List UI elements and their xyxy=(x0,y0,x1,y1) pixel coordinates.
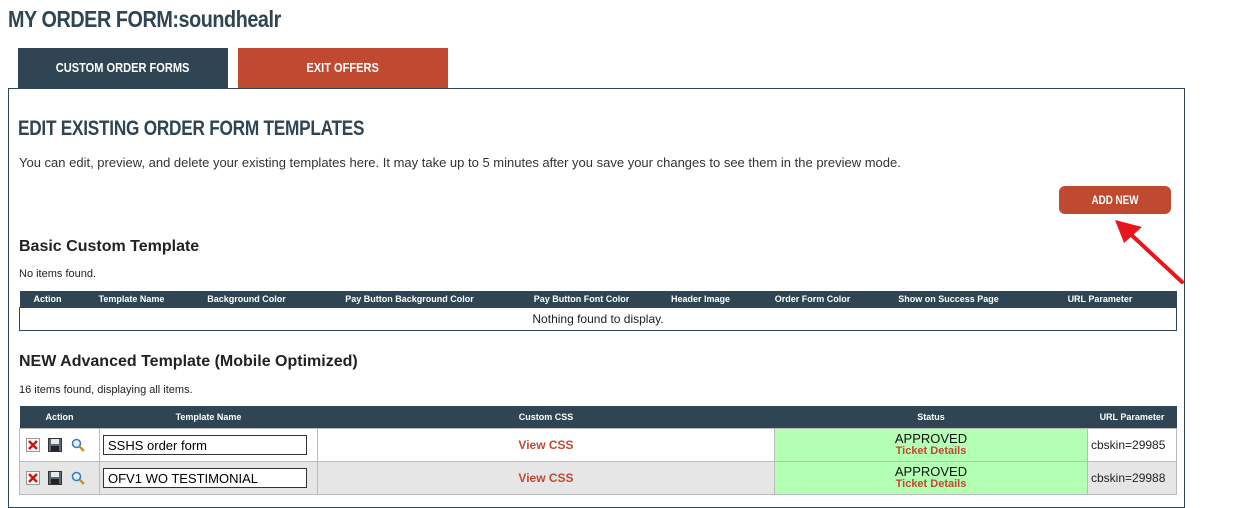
header-action[interactable]: Action xyxy=(19,406,100,429)
delete-icon[interactable] xyxy=(26,438,40,453)
basic-template-heading: Basic Custom Template xyxy=(19,238,200,255)
status-badge: APPROVED xyxy=(894,464,968,479)
basic-count-text: No items found. xyxy=(19,268,97,280)
empty-table-message: Nothing found to display. xyxy=(19,307,1177,331)
header-header-image[interactable]: Header Image xyxy=(649,291,752,308)
page-title: MY ORDER FORM:soundhealr xyxy=(8,6,281,32)
row-actions xyxy=(19,428,100,462)
add-new-template-button[interactable]: ADD NEW TEMPLATE xyxy=(1059,186,1171,235)
ticket-details-link[interactable]: Ticket Details xyxy=(775,445,1087,458)
status-badge: APPROVED xyxy=(894,431,968,446)
header-pay-button-font-color[interactable]: Pay Button Font Color xyxy=(513,291,650,308)
status-cell: APPROVED Ticket Details xyxy=(774,428,1088,462)
magnifier-icon[interactable] xyxy=(71,471,85,486)
template-name-cell xyxy=(99,461,318,495)
header-pay-button-background-color[interactable]: Pay Button Background Color xyxy=(305,291,514,308)
header-show-on-success-page[interactable]: Show on Success Page xyxy=(873,291,1024,308)
header-template-name[interactable]: Template Name xyxy=(99,406,318,429)
save-icon[interactable] xyxy=(48,438,63,453)
tab-exit-offers-label: EXIT OFFERS xyxy=(306,60,380,75)
magnifier-icon[interactable] xyxy=(71,438,85,453)
view-css-link[interactable]: View CSS xyxy=(317,428,775,462)
table-row: View CSS APPROVED Ticket Details cbskin=… xyxy=(19,428,1177,462)
section-description: You can edit, preview, and delete your e… xyxy=(19,155,901,170)
header-url-parameter[interactable]: URL Parameter xyxy=(1087,406,1177,429)
header-background-color[interactable]: Background Color xyxy=(187,291,306,308)
advanced-count-text: 16 items found, displaying all items. xyxy=(19,384,193,396)
row-actions xyxy=(19,461,100,495)
header-status[interactable]: Status xyxy=(774,406,1088,429)
section-title: EDIT EXISTING ORDER FORM TEMPLATES xyxy=(18,117,365,140)
template-name-input[interactable] xyxy=(103,435,307,455)
header-action[interactable]: Action xyxy=(19,291,76,308)
url-parameter-value: cbskin=29985 xyxy=(1087,428,1177,462)
header-url-parameter[interactable]: URL Parameter xyxy=(1023,291,1177,308)
status-cell: APPROVED Ticket Details xyxy=(774,461,1088,495)
header-order-form-color[interactable]: Order Form Color xyxy=(751,291,874,308)
tab-custom-order-forms[interactable]: CUSTOM ORDER FORMS xyxy=(18,48,228,88)
url-parameter-value: cbskin=29988 xyxy=(1087,461,1177,495)
tab-exit-offers[interactable]: EXIT OFFERS xyxy=(238,48,448,88)
header-custom-css[interactable]: Custom CSS xyxy=(317,406,775,429)
view-css-link[interactable]: View CSS xyxy=(317,461,775,495)
red-arrow-icon xyxy=(1115,220,1184,284)
save-icon[interactable] xyxy=(48,471,63,486)
advanced-template-table: Action Template Name Custom CSS Status U… xyxy=(19,406,1177,495)
ticket-details-link[interactable]: Ticket Details xyxy=(775,478,1087,491)
delete-icon[interactable] xyxy=(26,471,40,486)
tab-custom-order-forms-label: CUSTOM ORDER FORMS xyxy=(56,60,190,75)
template-name-cell xyxy=(99,428,318,462)
advanced-template-heading: NEW Advanced Template (Mobile Optimized) xyxy=(19,353,358,370)
basic-template-table: Action Template Name Background Color Pa… xyxy=(19,291,1177,331)
template-name-input[interactable] xyxy=(103,468,307,488)
table-row: View CSS APPROVED Ticket Details cbskin=… xyxy=(19,461,1177,495)
header-template-name[interactable]: Template Name xyxy=(75,291,188,308)
